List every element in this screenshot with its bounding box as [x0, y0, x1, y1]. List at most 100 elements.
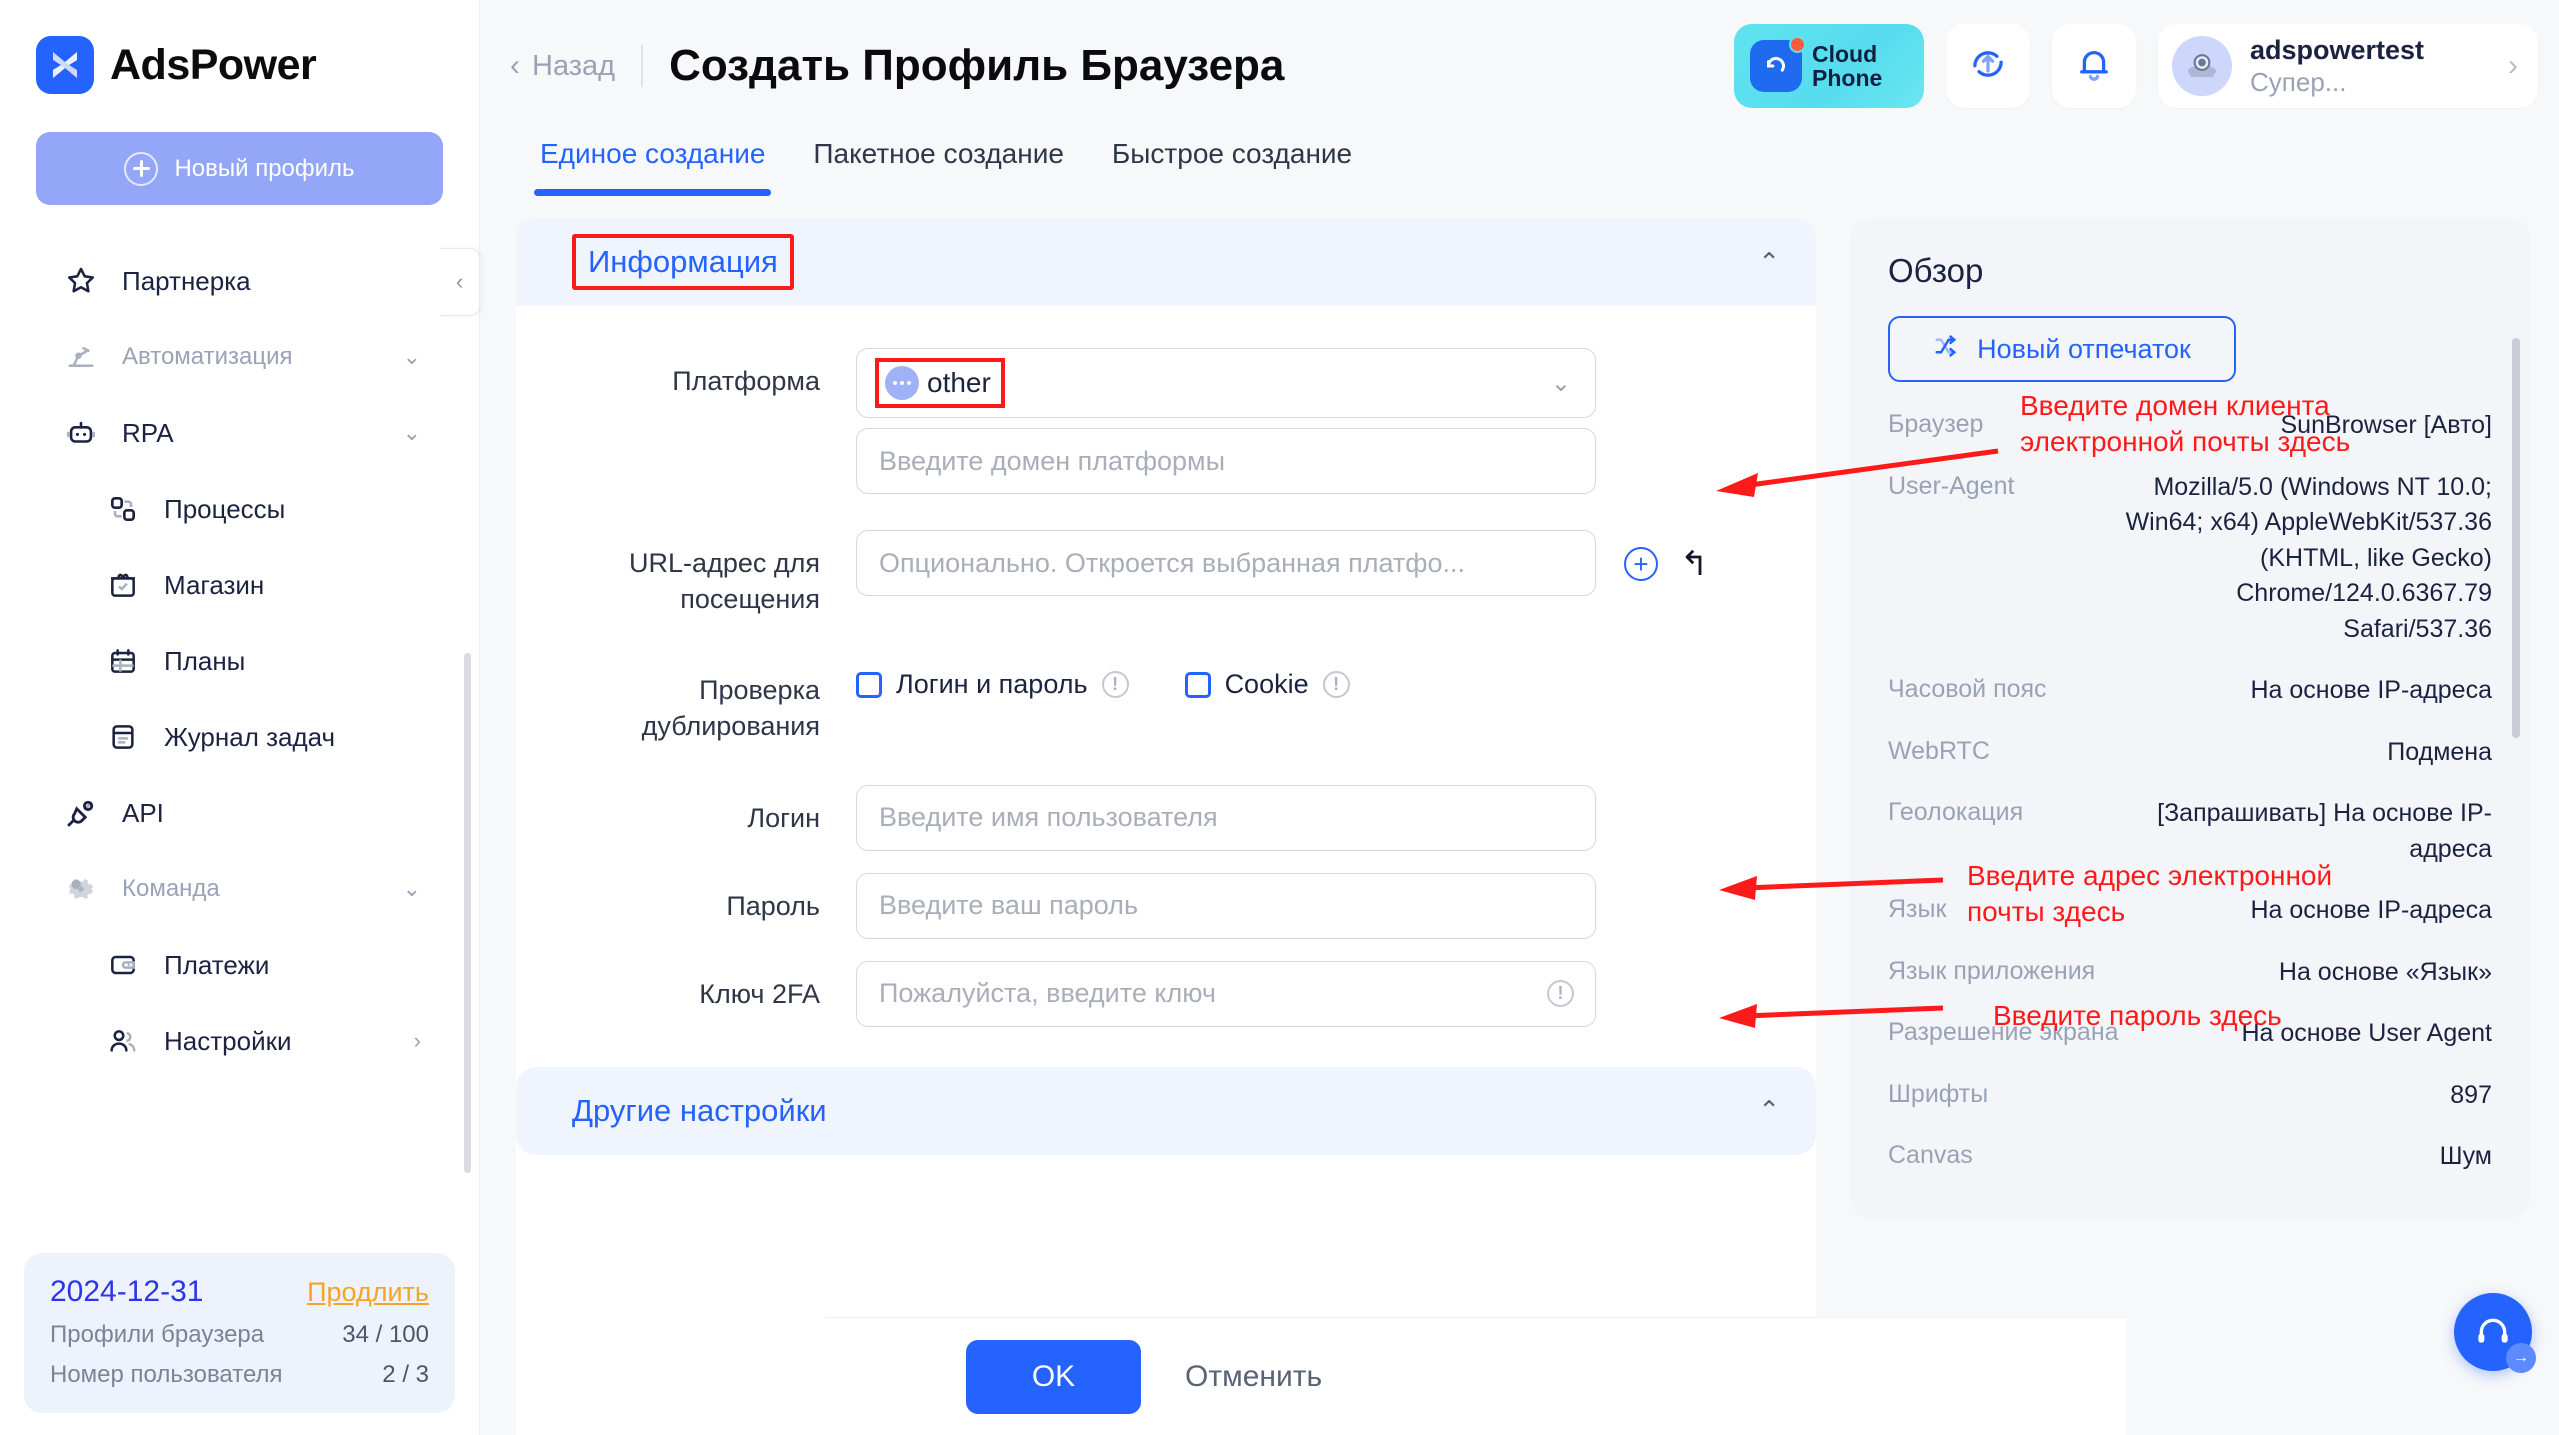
subscription-row: Номер пользователя 2 / 3 — [50, 1361, 429, 1389]
overview-key: Браузер — [1888, 410, 1984, 438]
subscription-row-value: 2 / 3 — [382, 1361, 429, 1388]
plus-icon — [124, 151, 159, 186]
field-label-spacer — [516, 428, 856, 444]
info-icon[interactable]: ! — [1547, 979, 1574, 1007]
other-settings-section-header[interactable]: Другие настройки ⌃ — [516, 1066, 1816, 1155]
cancel-button[interactable]: Отменить — [1151, 1340, 1356, 1414]
overview-key: Canvas — [1888, 1141, 1973, 1169]
overview-row: Canvas Шум — [1888, 1139, 2492, 1175]
sidebar-item-label: Процессы — [164, 493, 286, 524]
calendar-icon — [104, 642, 142, 680]
sidebar-item-api[interactable]: API — [0, 775, 479, 851]
chevron-up-icon[interactable]: ⌃ — [1758, 1095, 1780, 1126]
ok-button[interactable]: OK — [966, 1339, 1141, 1414]
overview-value: На основе «Язык» — [2278, 957, 2492, 986]
new-fingerprint-button[interactable]: Новый отпечаток — [1888, 316, 2236, 382]
information-section-header: Информация ⌃ — [516, 218, 1816, 306]
sidebar-item-label: Планы — [164, 645, 246, 676]
renew-link[interactable]: Продлить — [307, 1277, 429, 1308]
overview-key: WebRTC — [1888, 736, 1990, 765]
sidebar-item-label: Платежи — [164, 949, 270, 980]
tab-label: Пакетное создание — [813, 138, 1064, 169]
sidebar-item-label: RPA — [122, 417, 174, 448]
cloud-phone-button[interactable]: Cloud Phone — [1734, 24, 1924, 108]
chevron-down-icon[interactable]: ⌄ — [403, 420, 421, 446]
sidebar-item-label: API — [122, 797, 164, 828]
sync-button[interactable] — [1946, 24, 2030, 108]
user-menu-button[interactable]: adspowertest Супер... › — [2158, 24, 2538, 108]
tab-single-creation[interactable]: Единое создание — [516, 132, 789, 196]
sidebar-item-partnerka[interactable]: Партнерка — [0, 243, 479, 319]
subscription-row-key: Номер пользователя — [50, 1361, 283, 1388]
sidebar-item-processy[interactable]: Процессы — [0, 471, 479, 547]
sidebar-collapse-button[interactable]: ‹ — [440, 248, 480, 316]
overview-row: WebRTC Подмена — [1888, 735, 2492, 771]
tab-batch-creation[interactable]: Пакетное создание — [789, 132, 1088, 196]
overview-row: Шрифты 897 — [1888, 1078, 2492, 1114]
sidebar-item-magazin[interactable]: Магазин — [0, 547, 479, 623]
section-title-information: Информация — [572, 234, 794, 290]
checkbox-label: Cookie — [1224, 669, 1309, 700]
sync-upload-icon — [1967, 43, 2009, 90]
platform-select[interactable]: other ⌄ — [856, 348, 1596, 418]
tab-quick-creation[interactable]: Быстрое создание — [1088, 132, 1376, 196]
twofa-input[interactable]: Пожалуйста, введите ключ — [856, 960, 1596, 1027]
form-footer: OK Отменить — [826, 1317, 2126, 1435]
store-icon — [104, 566, 142, 604]
overview-scrollbar[interactable] — [2512, 338, 2520, 738]
field-platform-domain: Введите домен платформы — [516, 428, 1816, 494]
overview-value: Mozilla/5.0 (Windows NT 10.0; Win64; x64… — [2125, 472, 2492, 643]
new-profile-label: Новый профиль — [174, 154, 355, 182]
chevron-down-icon[interactable]: ⌄ — [403, 876, 421, 902]
adspower-logo-icon — [36, 36, 94, 94]
overview-value: 897 — [2450, 1080, 2492, 1109]
sidebar-nav: Партнерка Автоматизация ⌄ RPA ⌄ Процессы… — [0, 243, 479, 1253]
login-input[interactable]: Введите имя пользователя — [856, 784, 1596, 851]
support-button[interactable]: → — [2454, 1293, 2536, 1373]
checkbox-login-password[interactable]: Логин и пароль ! — [856, 669, 1129, 700]
field-2fa: Ключ 2FA Пожалуйста, введите ключ ! — [516, 960, 1816, 1027]
back-button[interactable]: ‹ Назад — [510, 49, 615, 83]
chevron-down-icon: ⌄ — [1550, 369, 1571, 397]
notifications-button[interactable] — [2052, 24, 2136, 108]
sidebar-item-rpa[interactable]: RPA ⌄ — [0, 395, 479, 471]
checkbox-cookie[interactable]: Cookie ! — [1184, 669, 1350, 700]
undo-icon[interactable]: ↰ — [1680, 544, 1709, 584]
overview-value: Шум — [2439, 1142, 2492, 1170]
platform-domain-input[interactable]: Введите домен платформы — [856, 428, 1596, 494]
chevron-up-icon[interactable]: ⌃ — [1758, 247, 1780, 278]
info-icon[interactable]: ! — [1322, 671, 1350, 699]
sidebar-item-plany[interactable]: Планы — [0, 623, 479, 699]
sidebar-item-platezhi[interactable]: Платежи — [0, 927, 479, 1003]
password-input[interactable]: Введите ваш пароль — [856, 872, 1596, 939]
chevron-down-icon[interactable]: ⌄ — [403, 344, 421, 370]
platform-avatar-icon — [885, 366, 919, 400]
field-login: Логин Введите имя пользователя — [516, 784, 1816, 851]
overview-title: Обзор — [1888, 252, 1984, 289]
new-profile-button[interactable]: Новый профиль — [36, 132, 443, 205]
info-icon[interactable]: ! — [1101, 671, 1129, 699]
sidebar-item-nastroyki[interactable]: Настройки › — [0, 1003, 479, 1079]
url-inline-actions: + ↰ — [1624, 544, 1709, 584]
sidebar-item-zhurnal-zadach[interactable]: Журнал задач — [0, 699, 479, 775]
field-label: Логин — [747, 802, 820, 833]
platform-selected-value: other — [927, 367, 991, 398]
back-label: Назад — [532, 49, 616, 82]
platform-selected-value-wrap: other — [875, 358, 1005, 408]
annotation-email: Введите адрес электронной почты здесь — [1967, 860, 2333, 928]
add-url-icon[interactable]: + — [1624, 547, 1658, 581]
cloud-phone-line1: Cloud — [1812, 40, 1878, 67]
sidebar: AdsPower Новый профиль Партнерка Автомат… — [0, 0, 480, 1435]
notification-dot — [1789, 36, 1806, 53]
overview-value: На основе IP-адреса — [2250, 676, 2492, 704]
field-label: Ключ 2FA — [699, 978, 820, 1009]
subscription-card: 2024-12-31 Продлить Профили браузера 34 … — [24, 1253, 455, 1413]
overview-row: Геолокация [Запрашивать] На основе IP-адр… — [1888, 796, 2492, 867]
creation-mode-tabs: Единое создание Пакетное создание Быстро… — [480, 132, 2559, 218]
chevron-right-icon[interactable]: › — [414, 1028, 421, 1054]
sidebar-group-komanda: Команда ⌄ — [0, 851, 479, 927]
log-icon — [104, 718, 142, 756]
sidebar-scrollbar[interactable] — [464, 653, 471, 1173]
url-input[interactable]: Опционально. Откроется выбранная платфо.… — [856, 530, 1596, 596]
user-name: adspowertest — [2250, 34, 2425, 65]
